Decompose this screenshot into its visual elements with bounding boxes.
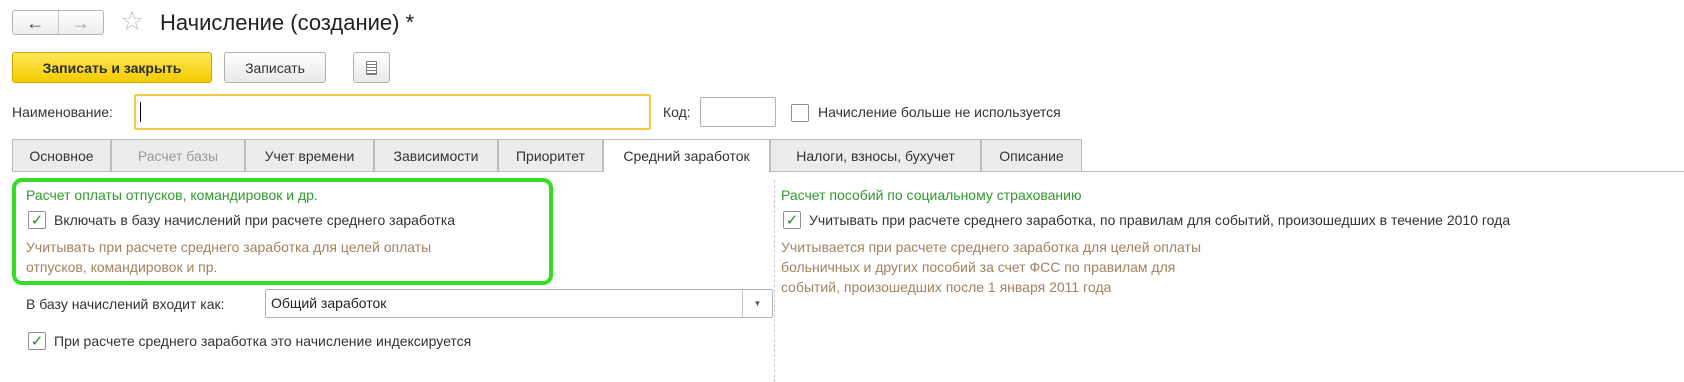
document-list-icon xyxy=(366,60,377,75)
save-and-close-button[interactable]: Записать и закрыть xyxy=(12,52,212,83)
text-caret xyxy=(140,102,141,122)
indexed-label: При расчете среднего заработка это начис… xyxy=(54,333,472,349)
tab-taxes[interactable]: Налоги, взносы, бухучет xyxy=(770,139,981,171)
name-label: Наименование: xyxy=(12,104,113,120)
right-hint-line-1: Учитывается при расчете среднего заработ… xyxy=(781,239,1201,255)
tab-base-calculation[interactable]: Расчет базы xyxy=(111,139,245,171)
include-in-base-label: Включать в базу начислений при расчете с… xyxy=(54,212,456,228)
back-arrow-icon[interactable]: ← xyxy=(13,11,59,34)
page-title: Начисление (создание) * xyxy=(160,10,415,35)
right-hint-line-2: больничных и других пособий за счет ФСС … xyxy=(781,259,1176,275)
tab-description[interactable]: Описание xyxy=(981,139,1082,171)
base-kind-select[interactable]: Общий заработок ▼ xyxy=(265,289,773,318)
indexed-checkbox[interactable]: ✓ xyxy=(28,332,46,350)
base-kind-value: Общий заработок xyxy=(271,295,387,311)
tab-priority[interactable]: Приоритет xyxy=(498,139,603,171)
base-kind-label: В базу начислений входит как: xyxy=(26,296,225,312)
chevron-down-icon[interactable]: ▼ xyxy=(742,290,772,317)
left-hint-line-2: отпусков, командировок и пр. xyxy=(26,259,218,275)
consider-2010-checkbox[interactable]: ✓ xyxy=(783,211,801,229)
left-group-title: Расчет оплаты отпусков, командировок и д… xyxy=(26,187,318,203)
tab-dependencies[interactable]: Зависимости xyxy=(374,139,498,171)
star-icon[interactable]: ☆ xyxy=(120,8,144,35)
column-divider xyxy=(774,180,775,382)
right-hint-line-3: событий, произошедших после 1 января 201… xyxy=(781,279,1112,295)
navigation-buttons: ← → xyxy=(12,10,104,35)
left-hint-line-1: Учитывать при расчете среднего заработка… xyxy=(26,239,432,255)
include-in-base-checkbox[interactable]: ✓ xyxy=(28,211,46,229)
tab-divider xyxy=(12,171,1684,172)
consider-2010-label: Учитывать при расчете среднего заработка… xyxy=(809,212,1511,228)
unused-checkbox[interactable] xyxy=(791,104,809,122)
tab-time-tracking[interactable]: Учет времени xyxy=(245,139,374,171)
code-field[interactable] xyxy=(700,97,776,127)
form-window: ← → ☆ Начисление (создание) * Записать и… xyxy=(0,0,1684,382)
code-label: Код: xyxy=(663,104,691,120)
name-field[interactable] xyxy=(134,94,651,130)
forward-arrow-icon[interactable]: → xyxy=(59,11,104,34)
more-actions-button[interactable] xyxy=(353,52,390,83)
tab-average-earnings[interactable]: Средний заработок xyxy=(603,139,770,172)
unused-label: Начисление больше не используется xyxy=(818,104,1061,120)
tab-main[interactable]: Основное xyxy=(12,139,111,171)
save-button[interactable]: Записать xyxy=(224,52,326,83)
right-group-title: Расчет пособий по социальному страховани… xyxy=(781,187,1082,203)
